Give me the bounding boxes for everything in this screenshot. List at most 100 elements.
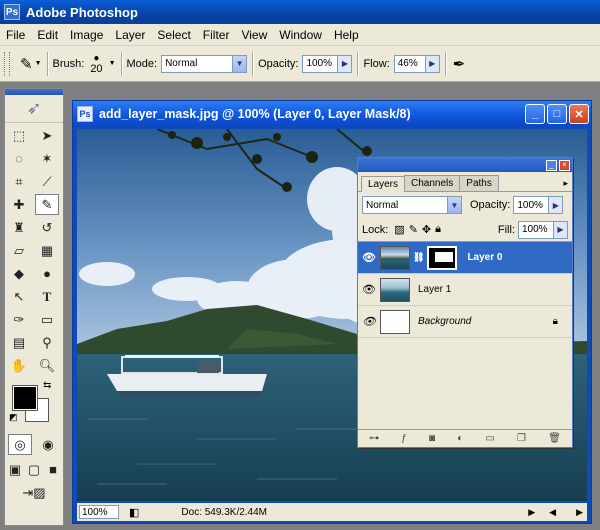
slice-tool-icon[interactable]: ⟋	[35, 171, 59, 192]
magic-wand-tool-icon[interactable]: ✶	[35, 148, 59, 169]
brush-tool-preset-icon[interactable]: ✎	[20, 55, 33, 73]
eyedropper-tool-icon[interactable]: ⚲	[35, 332, 59, 353]
menu-select[interactable]: Select	[151, 28, 196, 42]
layer-style-icon[interactable]: ƒ	[401, 433, 407, 444]
layer-row-layer-0[interactable]: 👁︎ ⛓ Layer 0	[358, 242, 572, 274]
lock-position-icon[interactable]: ✥	[422, 223, 431, 236]
airbrush-icon[interactable]: ✒	[453, 55, 466, 73]
adjustment-layer-icon[interactable]: ◐	[457, 433, 463, 444]
layers-palette-titlebar[interactable]: _ ×	[358, 158, 572, 172]
minimize-icon[interactable]: _	[525, 104, 545, 124]
menu-window[interactable]: Window	[273, 28, 328, 42]
clone-stamp-tool-icon[interactable]: ♜	[7, 217, 31, 238]
lock-image-icon[interactable]: ✎	[409, 223, 418, 236]
flow-slider-arrow-icon[interactable]: ▶	[425, 54, 440, 73]
zoom-field[interactable]: 100%	[79, 505, 119, 519]
lock-all-icon[interactable]: 🔒︎	[435, 223, 441, 236]
color-swatches: ⇆ ◩	[5, 380, 63, 428]
marquee-tool-icon[interactable]: ⬚	[7, 125, 31, 146]
zoom-value: 100%	[82, 506, 108, 518]
layer-mask-thumbnail[interactable]	[427, 245, 458, 270]
eye-icon[interactable]: 👁︎	[358, 283, 380, 296]
maximize-icon[interactable]: □	[547, 104, 567, 124]
brush-dropdown-icon[interactable]: ▼	[109, 60, 116, 67]
shape-tool-icon[interactable]: ▭	[35, 309, 59, 330]
tab-paths[interactable]: Paths	[459, 175, 499, 191]
menu-image[interactable]: Image	[64, 28, 109, 42]
adobe-feather-icon[interactable]: ➶	[5, 95, 63, 123]
fill-label: Fill:	[497, 223, 515, 236]
chevron-down-icon[interactable]: ▼	[35, 60, 42, 67]
mode-select[interactable]: Normal ▼	[161, 54, 248, 73]
layer-opacity-field[interactable]: 100%	[513, 196, 550, 214]
menu-view[interactable]: View	[235, 28, 273, 42]
foreground-color-swatch[interactable]	[12, 385, 38, 411]
blend-mode-select[interactable]: Normal ▼	[362, 196, 462, 214]
dodge-tool-icon[interactable]: ●	[35, 263, 59, 284]
tab-channels[interactable]: Channels	[404, 175, 461, 191]
eraser-tool-icon[interactable]: ▱	[7, 240, 31, 261]
zoom-tool-icon[interactable]: 🔍︎	[35, 355, 59, 376]
grip-handle[interactable]	[4, 51, 10, 76]
hand-tool-icon[interactable]: ✋	[7, 355, 31, 376]
scroll-left-icon[interactable]: ◀	[549, 507, 556, 518]
notes-tool-icon[interactable]: ▤	[7, 332, 31, 353]
full-screen-menu-mode-icon[interactable]: ▢	[26, 459, 43, 480]
brush-tool-icon[interactable]: ✎	[35, 194, 59, 215]
jump-to-imageready-icon[interactable]: ⇥▨	[12, 482, 56, 503]
layer-row-layer-1[interactable]: 👁︎ Layer 1	[358, 274, 572, 306]
fill-field[interactable]: 100%	[518, 220, 554, 239]
move-tool-icon[interactable]: ➤	[35, 125, 59, 146]
document-title-bar[interactable]: Ps add_layer_mask.jpg @ 100% (Layer 0, L…	[73, 101, 591, 127]
eye-icon[interactable]: 👁︎	[358, 315, 380, 328]
link-layers-icon[interactable]: ⊶	[369, 433, 379, 444]
opacity-field[interactable]: 100%	[302, 54, 339, 73]
status-menu-icon[interactable]: ◧	[129, 506, 139, 519]
minimize-icon[interactable]: _	[546, 159, 557, 171]
crop-tool-icon[interactable]: ⌗	[7, 171, 31, 192]
new-group-icon[interactable]: ▭	[485, 433, 494, 444]
menu-layer[interactable]: Layer	[109, 28, 151, 42]
brush-picker[interactable]: ● 20	[90, 53, 102, 74]
type-tool-icon[interactable]: T	[35, 286, 59, 307]
close-icon[interactable]: ✕	[569, 104, 589, 124]
fill-arrow-icon[interactable]: ▶	[554, 220, 568, 239]
menu-file[interactable]: File	[0, 28, 31, 42]
lasso-tool-icon[interactable]: ◌	[7, 148, 31, 169]
new-layer-icon[interactable]: ❐	[517, 433, 526, 444]
pen-tool-icon[interactable]: ✑	[7, 309, 31, 330]
menu-help[interactable]: Help	[328, 28, 365, 42]
tab-layers[interactable]: Layers	[361, 176, 406, 192]
flow-value: 46%	[397, 58, 418, 69]
standard-mode-icon[interactable]: ◎	[8, 434, 32, 455]
layer-opacity-arrow-icon[interactable]: ▶	[549, 196, 564, 214]
menu-filter[interactable]: Filter	[197, 28, 236, 42]
full-screen-mode-icon[interactable]: ■	[45, 459, 62, 480]
add-mask-icon[interactable]: ◙	[429, 433, 435, 444]
layer-row-background[interactable]: 👁︎ Background 🔒︎	[358, 306, 572, 338]
palette-menu-icon[interactable]: ▸	[563, 178, 568, 189]
default-colors-icon[interactable]: ◩	[9, 412, 18, 423]
blur-tool-icon[interactable]: ◆	[7, 263, 31, 284]
window-controls: _ □ ✕	[525, 104, 591, 124]
close-icon[interactable]: ×	[559, 159, 570, 171]
status-arrow-icon[interactable]: ▶	[528, 507, 535, 518]
swap-colors-icon[interactable]: ⇆	[43, 380, 51, 391]
trash-icon[interactable]: 🗑︎	[548, 433, 561, 444]
eye-icon[interactable]: 👁︎	[358, 251, 380, 264]
menu-edit[interactable]: Edit	[31, 28, 64, 42]
lock-transparent-icon[interactable]: ▨	[394, 223, 404, 236]
path-selection-tool-icon[interactable]: ↖	[7, 286, 31, 307]
quick-mask-mode-icon[interactable]: ◉	[36, 434, 60, 455]
opacity-label: Opacity:	[258, 57, 299, 70]
flow-field[interactable]: 46%	[393, 54, 426, 73]
opacity-slider-arrow-icon[interactable]: ▶	[338, 54, 353, 73]
healing-brush-tool-icon[interactable]: ✚	[7, 194, 31, 215]
gradient-tool-icon[interactable]: ▦	[35, 240, 59, 261]
standard-screen-mode-icon[interactable]: ▣	[7, 459, 24, 480]
history-brush-tool-icon[interactable]: ↺	[35, 217, 59, 238]
menu-bar: File Edit Image Layer Select Filter View…	[0, 24, 600, 46]
scroll-right-icon[interactable]: ▶	[576, 507, 583, 518]
link-icon[interactable]: ⛓	[413, 252, 424, 263]
layers-footer: ⊶ ƒ ◙ ◐ ▭ ❐ 🗑︎	[358, 429, 572, 447]
